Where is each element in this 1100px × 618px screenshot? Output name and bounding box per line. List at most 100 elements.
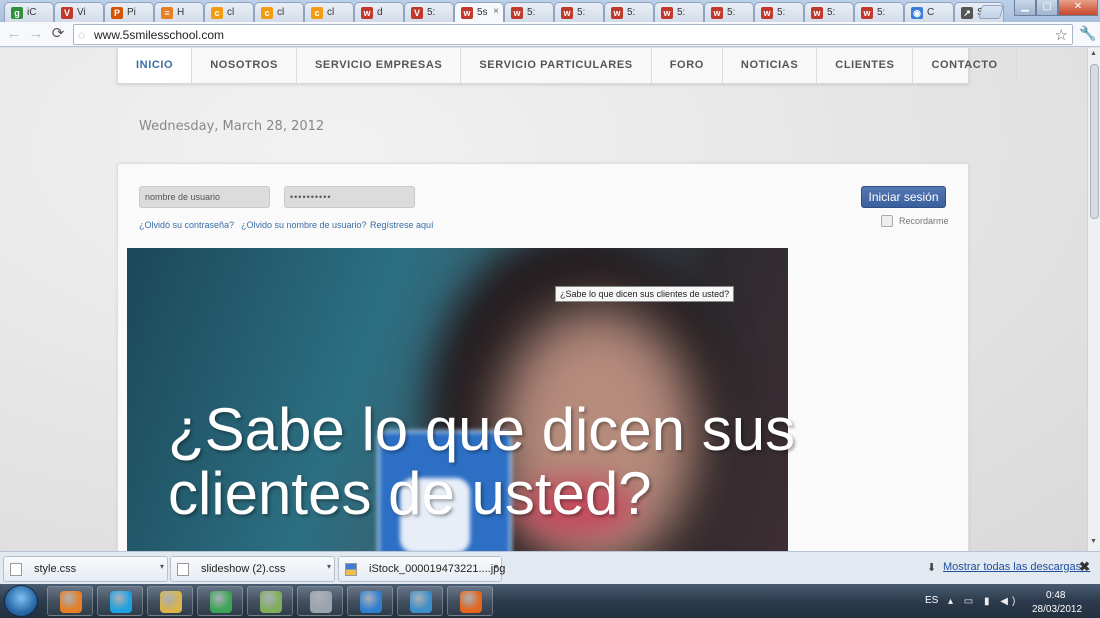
tab-favicon-icon: w xyxy=(611,7,623,19)
taskbar-internet-explorer-button[interactable] xyxy=(347,586,393,616)
browser-tab[interactable]: ≡ H xyxy=(154,2,204,22)
tab-title: 5: xyxy=(627,7,636,18)
taskbar-skype-button[interactable] xyxy=(97,586,143,616)
browser-tab[interactable]: w 5: xyxy=(854,2,904,22)
taskbar-recycle-button[interactable] xyxy=(247,586,293,616)
browser-tab[interactable]: w 5: xyxy=(504,2,554,22)
nav-item-clientes[interactable]: CLIENTES xyxy=(817,48,914,83)
username-input[interactable]: nombre de usuario xyxy=(139,186,270,208)
tab-favicon-icon: w xyxy=(811,7,823,19)
start-button[interactable] xyxy=(4,585,38,617)
download-item-istock-jpg[interactable]: iStock_000019473221....jpg ▾ xyxy=(338,556,505,582)
browser-tab[interactable]: w 5: xyxy=(754,2,804,22)
new-tab-button[interactable] xyxy=(978,5,1004,19)
tab-title: C xyxy=(927,7,935,18)
media-player-icon xyxy=(60,591,82,613)
forgot-username-link[interactable]: ¿Olvido su nombre de usuario? xyxy=(241,220,367,230)
reload-icon: ⟳ xyxy=(51,25,65,42)
register-link[interactable]: Regístrese aquí xyxy=(370,220,434,230)
back-icon: ← xyxy=(6,25,22,42)
scroll-down-icon[interactable]: ▼ xyxy=(1090,538,1097,545)
scrollbar-thumb[interactable] xyxy=(1090,64,1099,219)
nav-item-contacto[interactable]: CONTACTO xyxy=(913,48,1017,83)
system-tray-icons[interactable]: ▴ ▭ ▮ ◀) xyxy=(948,596,1019,607)
nav-item-inicio[interactable]: INICIO xyxy=(118,48,193,83)
skype-icon xyxy=(110,591,132,613)
chevron-down-icon[interactable]: ▾ xyxy=(327,562,331,571)
tab-favicon-icon: P xyxy=(111,7,123,19)
tab-title: cl xyxy=(327,7,335,18)
maximize-button[interactable]: ▢ xyxy=(1036,0,1058,16)
tab-favicon-icon: c xyxy=(261,7,273,19)
nav-item-servicio-particulares[interactable]: SERVICIO PARTICULARES xyxy=(461,48,652,83)
browser-tab[interactable]: ◉ C xyxy=(904,2,954,22)
chevron-down-icon[interactable]: ▾ xyxy=(160,562,164,571)
tab-title: 5: xyxy=(677,7,686,18)
slide-headline: ¿Sabe lo que dicen sus clientes de usted… xyxy=(168,396,796,527)
nav-item-foro[interactable]: FORO xyxy=(652,48,723,83)
clock-time[interactable]: 0:48 xyxy=(1046,590,1065,601)
chevron-down-icon[interactable]: ▾ xyxy=(494,562,498,571)
minimize-button[interactable]: ▁ xyxy=(1014,0,1036,16)
browser-tab[interactable]: P Pi xyxy=(104,2,154,22)
browser-tab[interactable]: c cl xyxy=(204,2,254,22)
tab-title: d xyxy=(377,7,383,18)
nav-item-servicio-empresas[interactable]: SERVICIO EMPRESAS xyxy=(297,48,462,83)
tab-title: 5: xyxy=(427,7,436,18)
remember-label: Recordarme xyxy=(899,216,949,226)
show-all-downloads-link[interactable]: Mostrar todas las descargas... xyxy=(943,561,1090,573)
reload-button[interactable]: ⟳ xyxy=(49,25,67,43)
browser-tab[interactable]: c cl xyxy=(304,2,354,22)
taskbar-media-player-button[interactable] xyxy=(47,586,93,616)
scroll-up-icon[interactable]: ▲ xyxy=(1090,50,1097,57)
browser-tab[interactable]: wd xyxy=(354,2,404,22)
browser-tab[interactable]: w 5: xyxy=(554,2,604,22)
browser-tab-active[interactable]: w 5s × xyxy=(454,2,504,23)
browser-tab[interactable]: w 5: xyxy=(604,2,654,22)
download-filename: slideshow (2).css xyxy=(201,563,286,575)
browser-tab[interactable]: w 5: xyxy=(704,2,754,22)
browser-tab[interactable]: g iC xyxy=(4,2,54,22)
browser-tab[interactable]: w 5: xyxy=(804,2,854,22)
taskbar-chrome-button[interactable] xyxy=(197,586,243,616)
language-indicator[interactable]: ES xyxy=(925,595,938,606)
address-bar[interactable]: ◌ www.5smilesschool.com ☆ xyxy=(73,24,1073,45)
wrench-menu-icon[interactable]: 🔧 xyxy=(1079,25,1096,42)
taskbar-firefox-button[interactable] xyxy=(447,586,493,616)
download-filename: style.css xyxy=(34,563,77,575)
browser-tab[interactable]: V Vi xyxy=(54,2,104,22)
password-input[interactable]: •••••••••• xyxy=(284,186,415,208)
browser-tab[interactable]: c cl xyxy=(254,2,304,22)
tab-favicon-icon: w xyxy=(561,7,573,19)
clock-date[interactable]: 28/03/2012 xyxy=(1032,604,1082,615)
download-arrow-icon: ⬇ xyxy=(927,562,937,574)
back-button[interactable]: ← xyxy=(5,25,23,43)
taskbar-disc-button[interactable] xyxy=(297,586,343,616)
close-downloads-icon[interactable]: ✖ xyxy=(1079,559,1090,575)
forgot-password-link[interactable]: ¿Olvidó su contraseña? xyxy=(139,220,234,230)
remember-checkbox[interactable] xyxy=(881,215,893,227)
taskbar-file-explorer-button[interactable] xyxy=(147,586,193,616)
forward-button[interactable]: → xyxy=(27,25,45,43)
page-scrollbar[interactable]: ▲ ▼ xyxy=(1087,48,1100,551)
window-close-button[interactable]: ✕ xyxy=(1058,0,1098,16)
download-item-style-css[interactable]: style.css ▾ xyxy=(3,556,168,582)
tab-favicon-icon: V xyxy=(61,7,73,19)
login-button[interactable]: Iniciar sesión xyxy=(861,186,946,208)
taskbar-app-a-button[interactable] xyxy=(397,586,443,616)
browser-tab[interactable]: w 5: xyxy=(654,2,704,22)
nav-item-noticias[interactable]: NOTICIAS xyxy=(723,48,818,83)
tab-title: 5: xyxy=(527,7,536,18)
tab-title: iC xyxy=(27,7,37,18)
chrome-icon xyxy=(210,591,232,613)
page-date: Wednesday, March 28, 2012 xyxy=(139,119,325,134)
file-icon xyxy=(177,563,189,576)
app-a-icon xyxy=(410,591,432,613)
browser-tab[interactable]: V 5: xyxy=(404,2,454,22)
nav-item-nosotros[interactable]: NOSOTROS xyxy=(192,48,297,83)
bookmark-star-icon[interactable]: ☆ xyxy=(1055,26,1068,44)
download-item-slideshow-css[interactable]: slideshow (2).css ▾ xyxy=(170,556,335,582)
tab-favicon-icon: c xyxy=(211,7,223,19)
tab-close-icon[interactable]: × xyxy=(493,6,499,17)
tab-favicon-icon: w xyxy=(461,7,473,19)
